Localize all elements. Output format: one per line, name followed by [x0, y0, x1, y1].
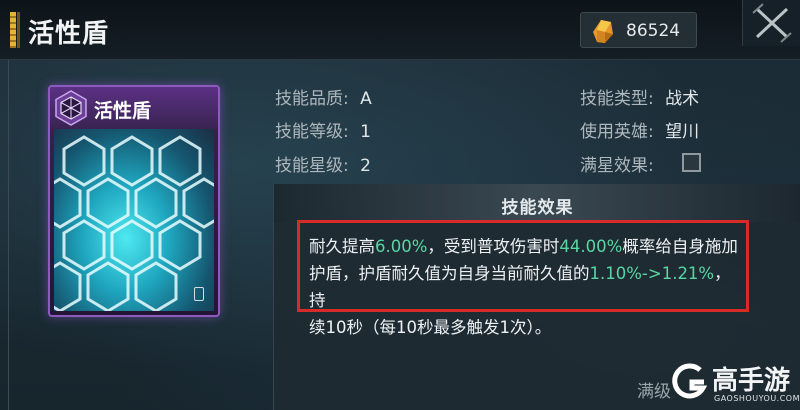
effect-text: 概率给自身施加 — [622, 237, 738, 256]
level-value: 1 — [360, 122, 371, 142]
hero-row: 使用英雄: 望川 — [580, 117, 699, 142]
watermark-subtext: GAOSHOUYOU.COM — [714, 394, 800, 403]
currency-display[interactable]: 86524 — [580, 12, 697, 48]
level-label: 技能等级: — [275, 122, 349, 142]
shield-emblem-icon — [55, 90, 87, 126]
page-title: 活性盾 — [28, 19, 110, 49]
title-accent-bar — [10, 12, 16, 48]
effect-value-chance: 44.00% — [559, 237, 623, 256]
effect-value-durability: 6.00% — [375, 237, 428, 256]
type-row: 技能类型: 战术 — [580, 84, 699, 109]
close-icon — [752, 3, 792, 43]
watermark-text: 高手游 — [712, 366, 791, 396]
fullstar-row: 满星效果: — [580, 151, 654, 176]
effect-text: 护盾，护盾耐久值为自身当前耐久值的 — [309, 264, 590, 283]
star-label: 技能星级: — [275, 156, 349, 176]
panel-title: 技能效果 — [501, 198, 574, 218]
hero-value: 望川 — [665, 122, 700, 142]
hero-label: 使用英雄: — [580, 122, 654, 142]
effect-text: ，受到普攻伤害时 — [427, 237, 560, 256]
rank-icon — [194, 287, 204, 301]
max-level-label: 满级 — [637, 382, 671, 402]
card-name: 活性盾 — [94, 100, 152, 122]
skill-card: 活性盾 — [48, 85, 220, 317]
star-value: 2 — [360, 156, 371, 176]
quality-value: A — [360, 89, 372, 109]
frame-divider — [8, 60, 9, 410]
watermark-logo-icon — [672, 363, 708, 399]
card-artwork-hexagon-shield — [54, 129, 214, 311]
effect-line-2: 护盾，护盾耐久值为自身当前耐久值的1.10%->1.21%，持 — [309, 260, 738, 314]
star-row: 技能星级: 2 — [275, 151, 371, 176]
fullstar-label: 满星效果: — [580, 156, 654, 176]
effect-line-1: 耐久提高6.00%，受到普攻伤害时44.00%概率给自身施加 — [309, 233, 738, 260]
effect-value-shield: 1.10%->1.21% — [589, 264, 715, 283]
effect-description: 耐久提高6.00%，受到普攻伤害时44.00%概率给自身施加 护盾，护盾耐久值为… — [297, 220, 749, 337]
title-accent-bar-inner — [17, 12, 20, 48]
quality-label: 技能品质: — [275, 89, 349, 109]
type-value: 战术 — [665, 89, 700, 109]
crystal-icon — [593, 20, 613, 43]
currency-value: 86524 — [626, 21, 681, 41]
header-bar: 活性盾 86524 — [0, 0, 800, 60]
hexagon-pattern — [54, 135, 214, 311]
effect-text: 耐久提高 — [309, 237, 375, 256]
effect-line-3: 续10秒（每10秒最多触发1次）。 — [309, 318, 552, 337]
level-row: 技能等级: 1 — [275, 117, 371, 142]
quality-row: 技能品质: A — [275, 84, 372, 109]
fullstar-checkbox[interactable] — [682, 153, 701, 172]
close-button[interactable] — [742, 0, 800, 46]
type-label: 技能类型: — [580, 89, 654, 109]
